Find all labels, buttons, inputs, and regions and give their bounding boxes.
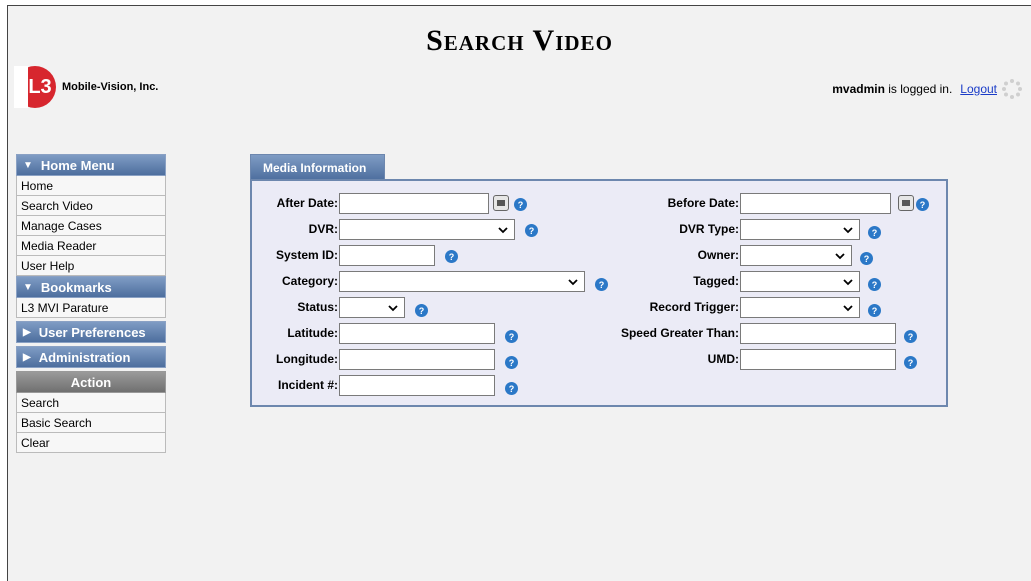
tab-media-information[interactable]: Media Information <box>250 154 385 180</box>
label-record-trigger: Record Trigger: <box>649 300 739 314</box>
triangle-down-icon: ▼ <box>23 159 33 171</box>
label-category: Category: <box>281 274 338 288</box>
menu-header-home[interactable]: ▼ Home Menu <box>16 154 166 176</box>
speed-greater-than-input[interactable] <box>740 323 896 344</box>
triangle-down-icon: ▼ <box>23 281 33 293</box>
longitude-input[interactable] <box>339 349 495 370</box>
category-select[interactable] <box>339 271 585 292</box>
label-umd: UMD: <box>707 352 739 366</box>
incident-input[interactable] <box>339 375 495 396</box>
sidebar-item-user-help[interactable]: User Help <box>16 256 166 276</box>
label-incident: Incident #: <box>277 378 338 392</box>
help-icon[interactable]: ? <box>505 382 518 395</box>
company-logo: L3 Mobile-Vision, Inc. <box>14 66 158 108</box>
label-tagged: Tagged: <box>693 274 739 288</box>
tagged-select[interactable] <box>740 271 860 292</box>
dvr-type-select[interactable] <box>740 219 860 240</box>
help-icon[interactable]: ? <box>904 356 917 369</box>
record-trigger-select[interactable] <box>740 297 860 318</box>
app-frame: Search Video L3 Mobile-Vision, Inc. mvad… <box>7 5 1031 581</box>
sidebar-item-search-video[interactable]: Search Video <box>16 196 166 216</box>
help-icon[interactable]: ? <box>868 304 881 317</box>
help-icon[interactable]: ? <box>860 252 873 265</box>
action-clear[interactable]: Clear <box>16 433 166 453</box>
status-select[interactable] <box>339 297 405 318</box>
help-icon[interactable]: ? <box>868 226 881 239</box>
label-dvr: DVR: <box>308 222 338 236</box>
label-before-date: Before Date: <box>667 196 739 210</box>
logout-link[interactable]: Logout <box>960 82 997 96</box>
username: mvadmin <box>832 82 885 96</box>
menu-header-user-preferences[interactable]: ▶ User Preferences <box>16 321 166 343</box>
system-id-input[interactable] <box>339 245 435 266</box>
l3-logo-icon: L3 <box>14 66 56 108</box>
label-after-date: After Date: <box>276 196 338 210</box>
help-icon[interactable]: ? <box>415 304 428 317</box>
sidebar-item-media-reader[interactable]: Media Reader <box>16 236 166 256</box>
label-status: Status: <box>297 300 338 314</box>
chevron-down-icon <box>835 253 845 260</box>
triangle-right-icon: ▶ <box>23 351 31 363</box>
logged-in-text: is logged in. <box>888 82 953 96</box>
after-date-input[interactable] <box>339 193 489 214</box>
login-status: mvadmin is logged in. Logout <box>832 78 1023 100</box>
sidebar-item-l3-mvi-parature[interactable]: L3 MVI Parature <box>16 298 166 318</box>
chevron-down-icon <box>568 279 578 286</box>
owner-select[interactable] <box>740 245 852 266</box>
help-icon[interactable]: ? <box>525 224 538 237</box>
label-speed-greater-than: Speed Greater Than: <box>620 326 739 340</box>
sidebar-item-home[interactable]: Home <box>16 176 166 196</box>
triangle-right-icon: ▶ <box>23 326 31 338</box>
umd-input[interactable] <box>740 349 896 370</box>
label-system-id: System ID: <box>275 248 338 262</box>
help-icon[interactable]: ? <box>505 356 518 369</box>
help-icon[interactable]: ? <box>445 250 458 263</box>
action-basic-search[interactable]: Basic Search <box>16 413 166 433</box>
chevron-down-icon <box>843 279 853 286</box>
calendar-icon[interactable] <box>898 195 914 211</box>
label-longitude: Longitude: <box>276 352 338 366</box>
calendar-icon[interactable] <box>493 195 509 211</box>
menu-header-bookmarks[interactable]: ▼ Bookmarks <box>16 276 166 298</box>
sidebar-item-manage-cases[interactable]: Manage Cases <box>16 216 166 236</box>
chevron-down-icon <box>388 305 398 312</box>
label-latitude: Latitude: <box>287 326 338 340</box>
help-icon[interactable]: ? <box>514 198 527 211</box>
company-name: Mobile-Vision, Inc. <box>62 81 159 93</box>
sidebar: ▼ Home Menu Home Search Video Manage Cas… <box>16 154 166 453</box>
menu-header-action: Action <box>16 371 166 393</box>
label-dvr-type: DVR Type: <box>679 222 739 236</box>
action-search[interactable]: Search <box>16 393 166 413</box>
spinner-icon <box>1002 79 1022 99</box>
chevron-down-icon <box>498 227 508 234</box>
label-owner: Owner: <box>697 248 739 262</box>
help-icon[interactable]: ? <box>916 198 929 211</box>
menu-header-administration[interactable]: ▶ Administration <box>16 346 166 368</box>
media-information-panel: After Date: ? Before Date: ? DVR: ? DVR … <box>250 179 948 407</box>
dvr-select[interactable] <box>339 219 515 240</box>
chevron-down-icon <box>843 305 853 312</box>
before-date-input[interactable] <box>740 193 891 214</box>
latitude-input[interactable] <box>339 323 495 344</box>
chevron-down-icon <box>843 227 853 234</box>
page-title: Search Video <box>426 24 613 57</box>
help-icon[interactable]: ? <box>868 278 881 291</box>
help-icon[interactable]: ? <box>505 330 518 343</box>
help-icon[interactable]: ? <box>904 330 917 343</box>
